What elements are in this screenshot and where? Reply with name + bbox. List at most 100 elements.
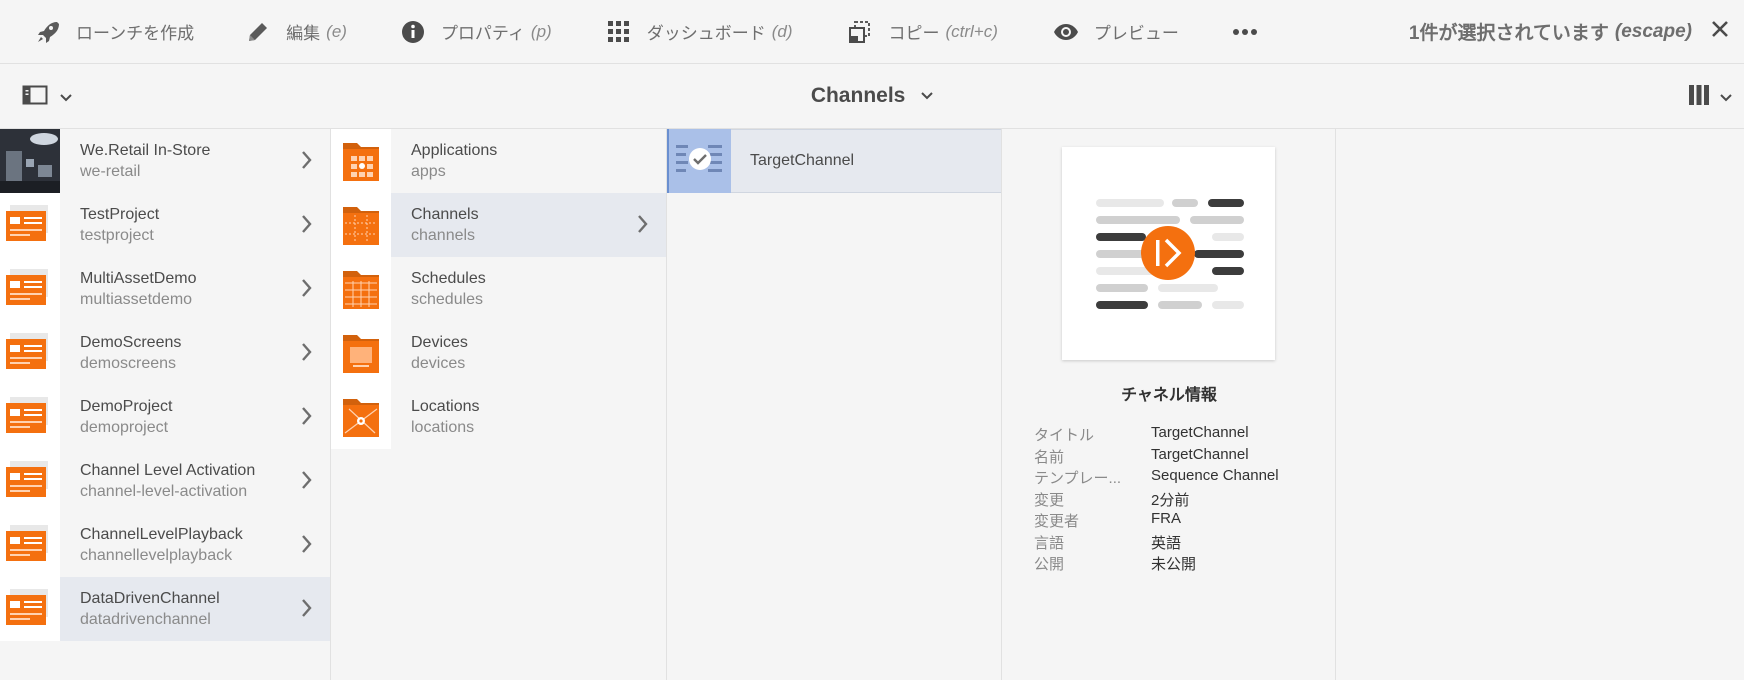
- list-item-text: DemoScreens demoscreens: [80, 332, 181, 374]
- meta-key: 変更: [1034, 491, 1065, 509]
- schedules-folder-icon: [331, 257, 391, 321]
- meta-value: 英語: [1151, 534, 1182, 552]
- list-item[interactable]: Applications apps: [331, 129, 666, 193]
- list-item-text: Schedules schedules: [411, 268, 486, 310]
- channels-column: TargetChannel: [667, 129, 1002, 680]
- list-item[interactable]: We.Retail In-Store we-retail: [0, 129, 330, 193]
- meta-row-modified-by: 変更者 FRA: [1034, 510, 1279, 532]
- list-item-selected[interactable]: Channels channels: [331, 193, 666, 257]
- meta-value: 未公開: [1151, 556, 1197, 573]
- screens-project-icon: [0, 257, 60, 321]
- chevron-right-icon: [302, 343, 312, 366]
- list-item-text: We.Retail In-Store we-retail: [80, 140, 210, 182]
- view-switcher-button[interactable]: [1688, 84, 1732, 111]
- meta-key: 名前: [1034, 448, 1065, 466]
- item-title: DemoProject: [80, 398, 173, 415]
- close-icon: [1710, 19, 1730, 44]
- dashboard-shortcut: (d): [771, 21, 793, 41]
- create-launch-label: ローンチを作成: [76, 24, 195, 43]
- screens-project-icon: [0, 449, 60, 513]
- list-item-selected[interactable]: DataDrivenChannel datadrivenchannel: [0, 577, 330, 641]
- item-name: we-retail: [80, 163, 141, 180]
- create-launch-button[interactable]: ローンチを作成: [0, 0, 194, 64]
- applications-folder-icon: [331, 129, 391, 193]
- list-item[interactable]: ChannelLevelPlayback channellevelplaybac…: [0, 513, 330, 577]
- chevron-down-icon: [60, 89, 72, 107]
- preview-button[interactable]: プレビュー: [998, 0, 1179, 64]
- meta-value: TargetChannel: [1151, 445, 1249, 463]
- properties-button[interactable]: プロパティ (p): [347, 0, 552, 64]
- item-title: Channel Level Activation: [80, 462, 256, 479]
- meta-key: 公開: [1034, 556, 1065, 573]
- channel-thumbnail: [667, 129, 731, 193]
- item-name: apps: [411, 163, 446, 180]
- meta-value: FRA: [1151, 510, 1181, 527]
- copy-icon: [846, 18, 874, 46]
- item-title: Locations: [411, 398, 480, 415]
- copy-button[interactable]: コピー (ctrl+c): [792, 0, 998, 64]
- chevron-right-icon: [302, 215, 312, 238]
- more-actions-button[interactable]: [1179, 0, 1259, 64]
- preview-label: プレビュー: [1093, 24, 1179, 43]
- details-heading: チャネル情報: [1121, 387, 1217, 404]
- chevron-right-icon: [302, 599, 312, 622]
- screens-project-icon: [0, 193, 60, 257]
- item-name: datadrivenchannel: [80, 611, 211, 628]
- properties-shortcut: (p): [530, 21, 552, 41]
- list-item[interactable]: MultiAssetDemo multiassetdemo: [0, 257, 330, 321]
- item-name: devices: [411, 355, 466, 372]
- list-item-text: DataDrivenChannel datadrivenchannel: [80, 588, 220, 630]
- chevron-right-icon: [638, 215, 648, 238]
- breadcrumb-dropdown[interactable]: Channels: [811, 84, 933, 107]
- meta-row-language: 言語 英語: [1034, 532, 1279, 554]
- list-item[interactable]: Devices devices: [331, 321, 666, 385]
- eye-icon: [1052, 18, 1080, 46]
- item-name: channel-level-activation: [80, 483, 248, 500]
- copy-label: コピー: [888, 24, 940, 43]
- list-item-text: Applications apps: [411, 140, 497, 182]
- dashboard-button[interactable]: ダッシュボード (d): [552, 0, 793, 64]
- screens-project-icon: [0, 577, 60, 641]
- meta-key: 言語: [1034, 534, 1065, 552]
- chevron-right-icon: [302, 279, 312, 302]
- list-item-text: MultiAssetDemo multiassetdemo: [80, 268, 196, 310]
- list-item[interactable]: DemoScreens demoscreens: [0, 321, 330, 385]
- item-name: testproject: [80, 227, 154, 244]
- list-item-text: Locations locations: [411, 396, 480, 438]
- pencil-icon: [244, 18, 272, 46]
- list-item-text: DemoProject demoproject: [80, 396, 172, 438]
- meta-value: 2分前: [1151, 491, 1190, 509]
- list-item[interactable]: DemoProject demoproject: [0, 385, 330, 449]
- meta-row-published: 公開 未公開: [1034, 553, 1279, 575]
- item-title: Devices: [411, 334, 468, 351]
- list-item[interactable]: TestProject testproject: [0, 193, 330, 257]
- sequence-channel-preview-icon: [1096, 199, 1244, 309]
- channel-preview-card: [1062, 147, 1275, 360]
- meta-row-modified: 変更 2分前: [1034, 489, 1279, 511]
- metadata-list: タイトル TargetChannel 名前 TargetChannel テンプレー.…: [1034, 424, 1279, 575]
- screens-project-icon: [0, 321, 60, 385]
- edit-button[interactable]: 編集 (e): [194, 0, 347, 64]
- column-view-icon: [1688, 84, 1710, 111]
- list-item-text: Devices devices: [411, 332, 468, 374]
- list-item[interactable]: Schedules schedules: [331, 257, 666, 321]
- devices-folder-icon: [331, 321, 391, 385]
- list-item[interactable]: Channel Level Activation channel-level-a…: [0, 449, 330, 513]
- chevron-down-icon: [1720, 89, 1732, 107]
- edit-label: 編集: [286, 24, 321, 43]
- properties-label: プロパティ: [440, 24, 525, 43]
- meta-value: TargetChannel: [1151, 424, 1249, 441]
- list-item[interactable]: Locations locations: [331, 385, 666, 449]
- meta-row-template: テンプレー... Sequence Channel: [1034, 467, 1279, 489]
- rail-toggle-button[interactable]: [22, 84, 72, 111]
- item-title: DataDrivenChannel: [80, 590, 220, 607]
- meta-key: タイトル: [1034, 427, 1095, 444]
- selection-status: 1件が選択されています (escape): [1409, 18, 1692, 45]
- item-name: multiassetdemo: [80, 291, 193, 308]
- selection-shortcut: (escape): [1614, 20, 1692, 42]
- list-item-selected[interactable]: TargetChannel: [667, 129, 1001, 193]
- info-icon: [399, 18, 427, 46]
- close-selection-button[interactable]: [1708, 20, 1732, 44]
- item-name: channellevelplayback: [80, 547, 233, 564]
- item-title: TargetChannel: [750, 152, 855, 169]
